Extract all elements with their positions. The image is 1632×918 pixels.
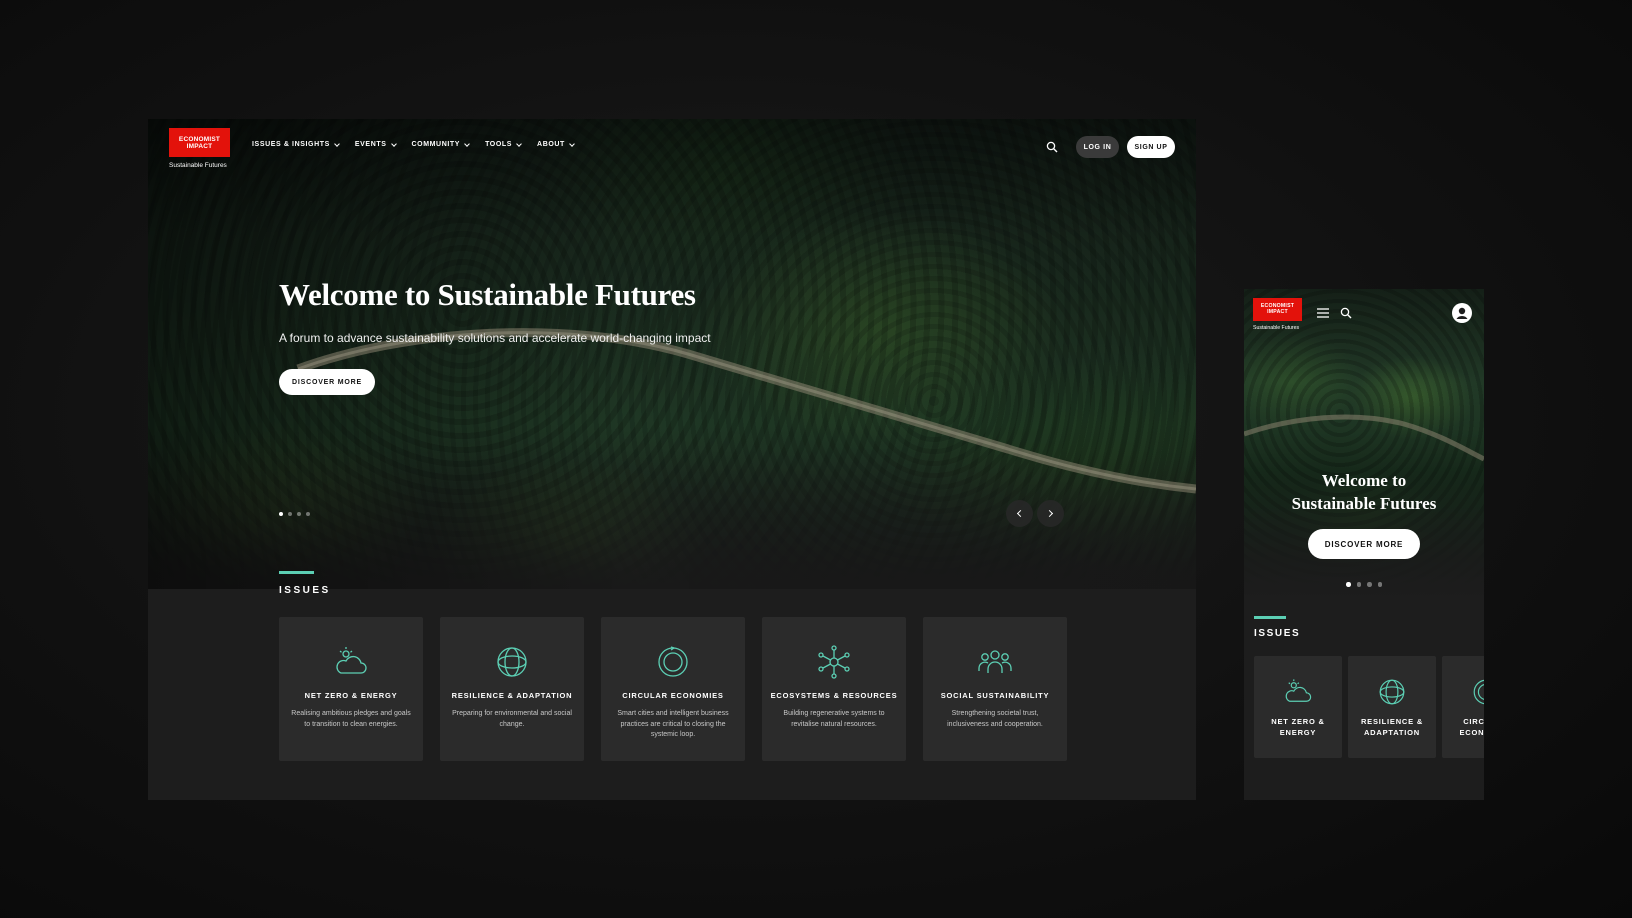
carousel-dot-1[interactable] bbox=[279, 512, 283, 516]
nav-label: COMMUNITY bbox=[411, 141, 461, 148]
issue-card-ecosystems[interactable]: ECOSYSTEMS & RESOURCES Building regenera… bbox=[762, 617, 906, 761]
issue-card-net-zero[interactable]: NET ZERO & ENERGY bbox=[1254, 656, 1342, 758]
carousel-dot-3[interactable] bbox=[297, 512, 301, 516]
issues-section-header: ISSUES bbox=[1254, 616, 1300, 639]
top-navigation: ECONOMIST IMPACT Sustainable Futures ISS… bbox=[148, 119, 1196, 175]
title-line-1: Welcome to bbox=[1321, 471, 1407, 490]
user-account-icon[interactable] bbox=[1452, 303, 1472, 323]
desktop-mockup: ECONOMIST IMPACT Sustainable Futures ISS… bbox=[148, 119, 1196, 800]
card-title: RESILIENCE & ADAPTATION bbox=[1353, 717, 1431, 738]
nav-label: EVENTS bbox=[354, 141, 387, 148]
nav-item-about[interactable]: ABOUT bbox=[537, 140, 575, 148]
nav-item-community[interactable]: COMMUNITY bbox=[411, 140, 470, 148]
issues-heading: ISSUES bbox=[1254, 628, 1301, 639]
logo-box: ECONOMIST IMPACT bbox=[1253, 298, 1302, 321]
card-description: Smart cities and intelligent business pr… bbox=[617, 710, 729, 738]
card-description: Building regenerative systems to revital… bbox=[783, 710, 885, 728]
cloud-sun-icon bbox=[1285, 679, 1312, 702]
card-title: ECOSYSTEMS & RESOURCES bbox=[770, 691, 898, 700]
logo-subtitle: Sustainable Futures bbox=[1253, 325, 1300, 331]
hamburger-menu-icon[interactable] bbox=[1317, 308, 1329, 318]
chevron-down-icon bbox=[516, 140, 522, 147]
accent-bar bbox=[1254, 616, 1286, 619]
card-title: SOCIAL SUSTAINABILITY bbox=[940, 691, 1050, 700]
logo-subtitle: Sustainable Futures bbox=[169, 162, 227, 169]
issue-card-circular[interactable]: CIRCULARECONOMIES bbox=[1442, 656, 1484, 758]
carousel-dot-2[interactable] bbox=[1356, 582, 1361, 587]
card-title-line: ENERGY bbox=[1279, 727, 1317, 737]
nav-item-issues-insights[interactable]: ISSUES & INSIGHTS bbox=[252, 140, 340, 148]
card-title-line: ECONOMIES bbox=[1459, 727, 1484, 737]
card-title: CIRCULAR ECONOMIES bbox=[622, 691, 724, 700]
title-line-2: Sustainable Futures bbox=[1291, 494, 1437, 513]
mobile-hero-title: Welcome to Sustainable Futures bbox=[1244, 469, 1484, 515]
nav-item-tools[interactable]: TOOLS bbox=[485, 140, 522, 148]
card-title-line: RESILIENCE & bbox=[1360, 717, 1424, 726]
discover-more-button[interactable]: DISCOVER MORE bbox=[279, 369, 375, 395]
carousel-dot-4[interactable] bbox=[306, 512, 310, 516]
login-button[interactable]: LOG IN bbox=[1076, 136, 1119, 158]
economist-impact-logo[interactable]: ECONOMIST IMPACT Sustainable Futures bbox=[169, 128, 230, 169]
chevron-down-icon bbox=[569, 140, 575, 147]
card-title: NET ZERO & ENERGY bbox=[1263, 717, 1332, 738]
issue-card-circular[interactable]: CIRCULAR ECONOMIES Smart cities and inte… bbox=[601, 617, 745, 761]
issue-card-resilience[interactable]: RESILIENCE & ADAPTATION bbox=[1348, 656, 1436, 758]
people-group-icon bbox=[978, 650, 1012, 673]
hero-content: Welcome to Sustainable Futures A forum t… bbox=[279, 277, 711, 395]
card-description: Realising ambitious pledges and goals to… bbox=[291, 710, 411, 728]
chevron-down-icon bbox=[390, 140, 397, 147]
issue-card-resilience[interactable]: RESILIENCE & ADAPTATION Preparing for en… bbox=[440, 617, 584, 761]
issue-card-net-zero[interactable]: NET ZERO & ENERGY Realising ambitious pl… bbox=[279, 617, 423, 761]
nav-label: ISSUES & INSIGHTS bbox=[252, 141, 330, 148]
chevron-down-icon bbox=[334, 140, 340, 147]
issues-heading: ISSUES bbox=[279, 585, 331, 596]
logo-box: ECONOMIST IMPACT bbox=[169, 128, 230, 157]
circular-loop-icon bbox=[1473, 679, 1484, 705]
carousel-dot-1[interactable] bbox=[1346, 582, 1351, 587]
globe-sphere-icon bbox=[497, 647, 527, 677]
circular-loop-icon bbox=[658, 646, 688, 677]
card-description: Strengthening societal trust, inclusiven… bbox=[947, 710, 1043, 728]
carousel-dots bbox=[279, 512, 310, 516]
carousel-next-button[interactable] bbox=[1037, 500, 1064, 527]
hero-subtitle: A forum to advance sustainability soluti… bbox=[279, 331, 711, 345]
nav-label: ABOUT bbox=[537, 141, 565, 148]
signup-button[interactable]: SIGN UP bbox=[1127, 136, 1175, 158]
carousel-dots bbox=[1346, 582, 1382, 587]
hero-title: Welcome to Sustainable Futures bbox=[279, 277, 696, 312]
chevron-left-icon bbox=[1016, 509, 1025, 518]
network-nodes-icon bbox=[818, 645, 850, 679]
card-title-line: ADAPTATION bbox=[1363, 727, 1421, 737]
chevron-right-icon bbox=[1045, 509, 1054, 518]
card-title: CIRCULARECONOMIES bbox=[1451, 717, 1484, 738]
card-description: Preparing for environmental and social c… bbox=[452, 710, 572, 728]
card-title-line: CIRCULAR bbox=[1463, 717, 1484, 726]
issues-cards-carousel: NET ZERO & ENERGY RESILIENCE & ADAPTATION … bbox=[1254, 656, 1484, 758]
carousel-dot-3[interactable] bbox=[1367, 582, 1372, 587]
carousel-dot-2[interactable] bbox=[288, 512, 292, 516]
carousel-dot-4[interactable] bbox=[1377, 582, 1382, 587]
chevron-down-icon bbox=[464, 140, 470, 147]
issue-card-social[interactable]: SOCIAL SUSTAINABILITY Strengthening soci… bbox=[923, 617, 1067, 761]
accent-bar bbox=[279, 571, 314, 574]
card-title: RESILIENCE & ADAPTATION bbox=[451, 691, 573, 700]
issues-section-header: ISSUES bbox=[279, 571, 331, 596]
mobile-mockup: ECONOMIST IMPACT Sustainable Futures Wel… bbox=[1244, 289, 1484, 800]
nav-label: TOOLS bbox=[485, 141, 513, 148]
economist-impact-logo[interactable]: ECONOMIST IMPACT Sustainable Futures bbox=[1253, 298, 1302, 331]
search-icon[interactable] bbox=[1340, 307, 1352, 319]
main-nav: ISSUES & INSIGHTS EVENTS COMMUNITY TOOLS… bbox=[252, 140, 575, 148]
discover-more-button[interactable]: DISCOVER MORE bbox=[1308, 529, 1420, 559]
card-title: NET ZERO & ENERGY bbox=[304, 691, 398, 700]
nav-item-events[interactable]: EVENTS bbox=[354, 140, 397, 148]
search-icon[interactable] bbox=[1046, 141, 1058, 153]
card-title-line: NET ZERO & bbox=[1271, 717, 1325, 726]
carousel-prev-button[interactable] bbox=[1006, 500, 1033, 527]
globe-sphere-icon bbox=[1379, 679, 1405, 705]
issues-cards: NET ZERO & ENERGY Realising ambitious pl… bbox=[279, 617, 1067, 761]
cloud-sun-icon bbox=[336, 647, 367, 674]
